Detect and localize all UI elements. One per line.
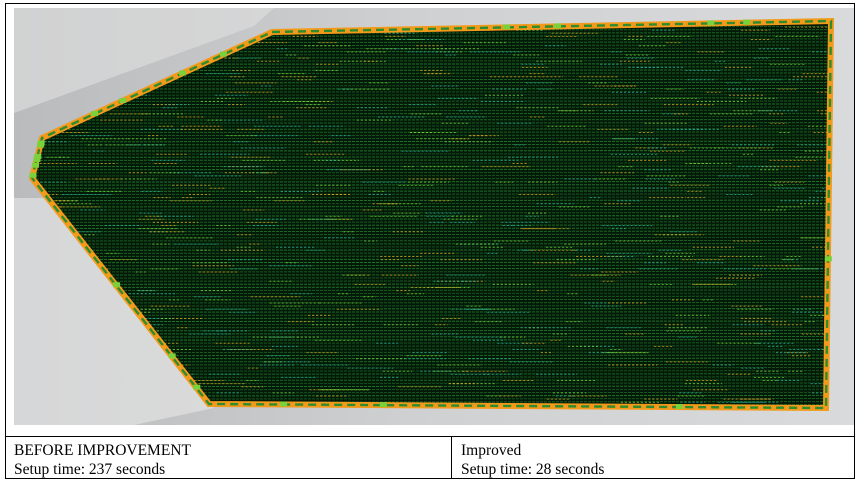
field-map-view — [14, 8, 854, 425]
edge-marker — [168, 353, 176, 359]
caption-table: BEFORE IMPROVEMENT Setup time: 237 secon… — [6, 436, 854, 479]
edge-marker — [91, 111, 99, 116]
edge-marker — [707, 20, 715, 26]
edge-marker — [113, 282, 120, 288]
edge-marker — [32, 162, 40, 168]
edge-marker — [675, 404, 683, 409]
edge-marker — [743, 19, 751, 25]
edge-marker — [824, 256, 832, 262]
edge-marker — [34, 154, 42, 159]
comparison-figure: BEFORE IMPROVEMENT Setup time: 237 secon… — [5, 3, 855, 479]
edge-marker — [280, 401, 288, 407]
improved-cell: Improved Setup time: 28 seconds — [452, 437, 854, 479]
before-title: BEFORE IMPROVEMENT — [14, 442, 191, 459]
before-improvement-cell: BEFORE IMPROVEMENT Setup time: 237 secon… — [6, 437, 452, 479]
edge-marker — [379, 402, 387, 408]
edge-marker — [503, 24, 511, 30]
improved-setup-time: Setup time: 28 seconds — [461, 461, 605, 478]
edge-marker — [219, 51, 227, 57]
edge-marker — [29, 172, 37, 178]
edge-marker — [119, 98, 127, 103]
edge-marker — [554, 23, 562, 29]
edge-marker — [193, 384, 201, 390]
edge-marker — [37, 140, 45, 146]
improved-title: Improved — [461, 442, 522, 459]
field-map — [14, 8, 854, 425]
before-setup-time: Setup time: 237 seconds — [14, 461, 166, 478]
edge-marker — [179, 70, 187, 76]
